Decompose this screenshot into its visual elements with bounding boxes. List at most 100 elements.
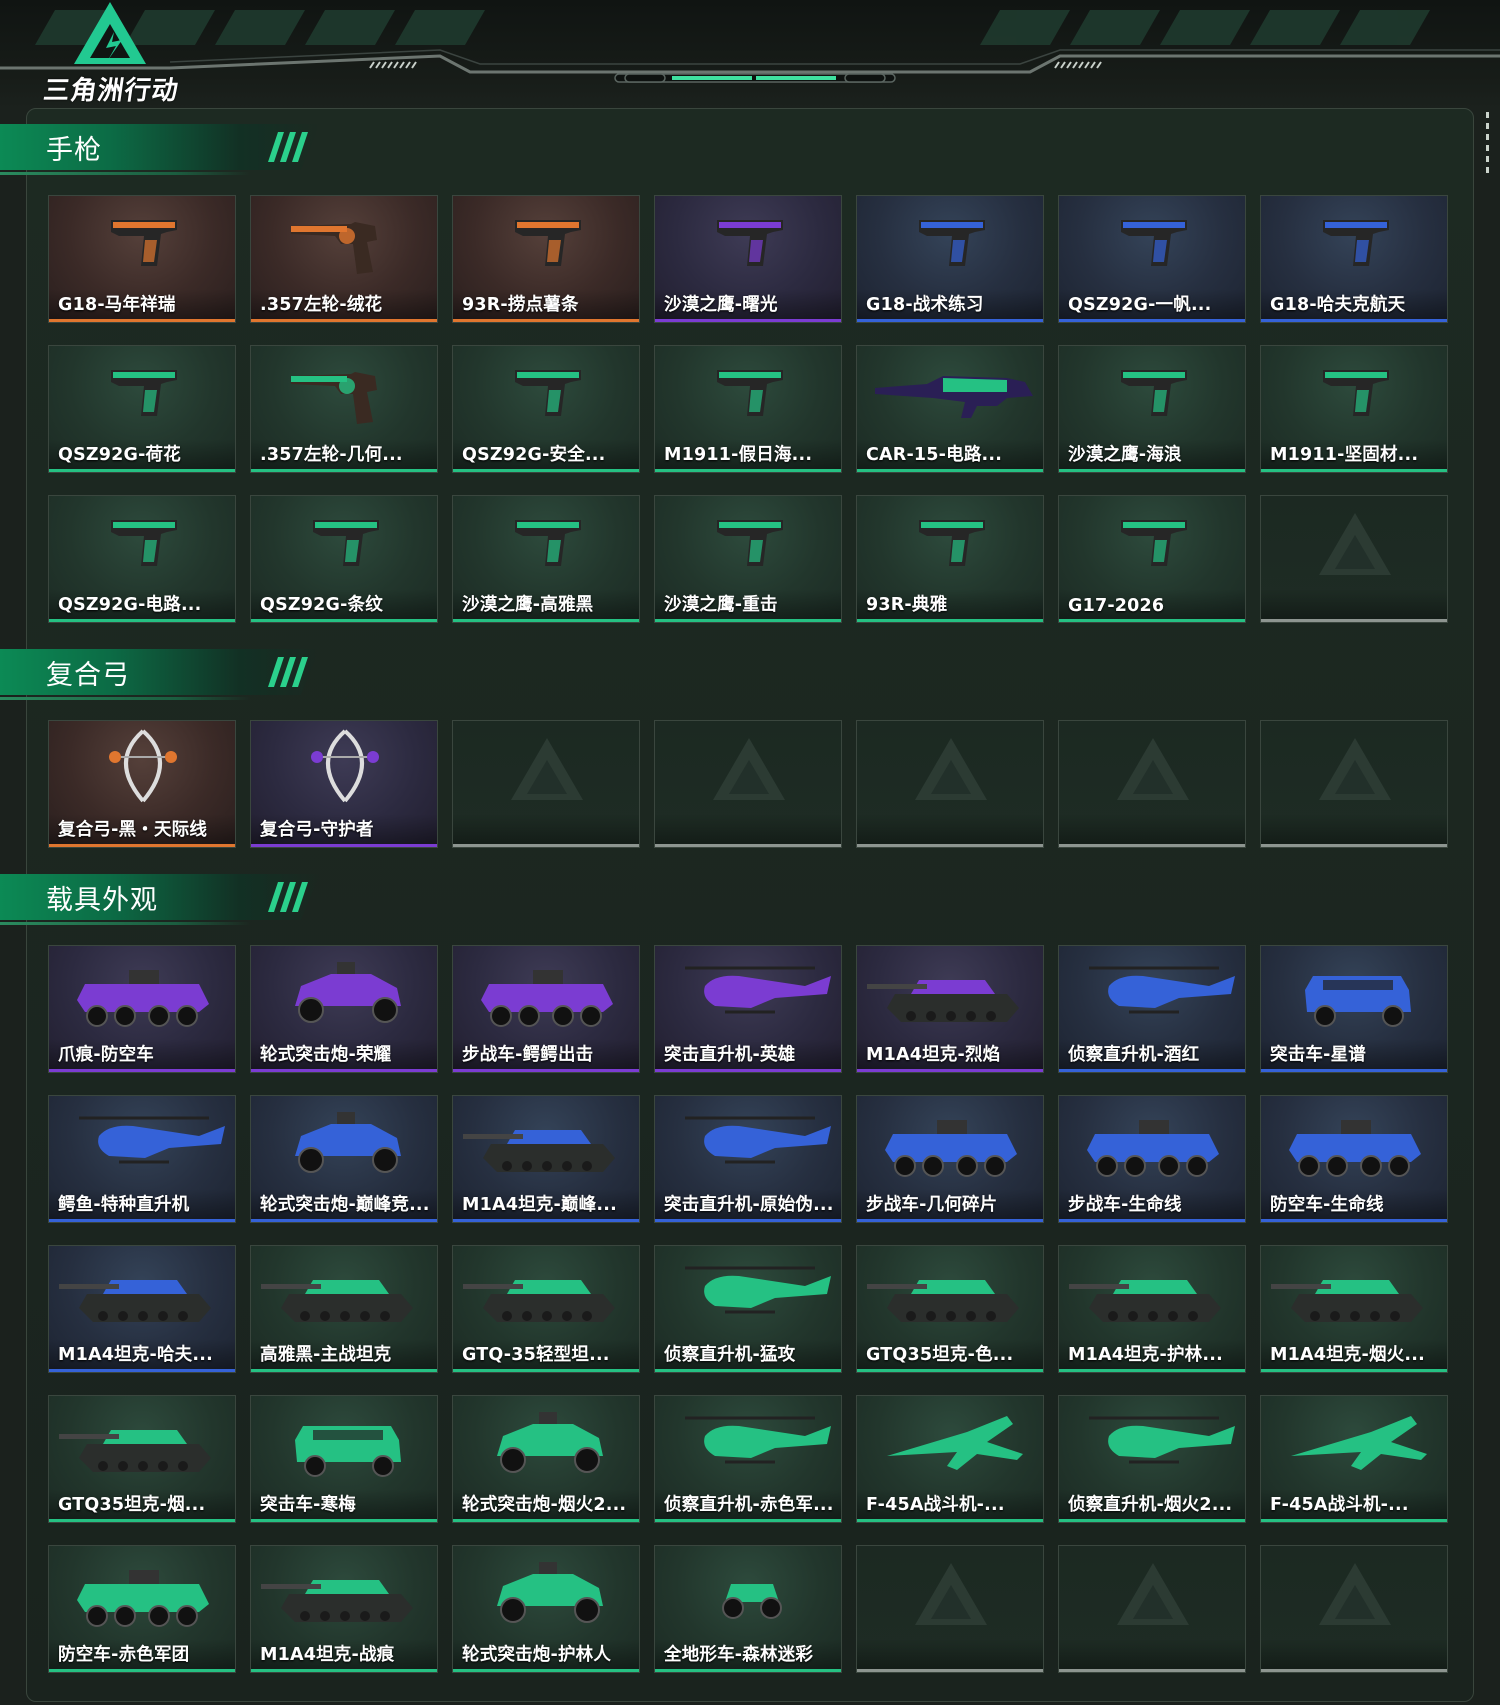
pistol-icon — [515, 520, 581, 566]
collection-card[interactable]: 高雅黑-主战坦克 — [250, 1245, 438, 1373]
tank-icon — [59, 1430, 211, 1472]
truck-icon — [295, 1426, 401, 1477]
rarity-bar — [1261, 1219, 1447, 1222]
collection-card[interactable]: QSZ92G-一帆... — [1058, 195, 1246, 323]
rarity-bar — [655, 1369, 841, 1372]
collection-card[interactable]: 突击车-星谱 — [1260, 945, 1448, 1073]
collection-card[interactable]: CAR-15-电路... — [856, 345, 1044, 473]
rarity-bar — [49, 1669, 235, 1672]
apc-icon — [1289, 1120, 1421, 1177]
tank-icon — [867, 1280, 1019, 1322]
collection-card[interactable]: G18-战术练习 — [856, 195, 1044, 323]
collection-card[interactable]: 沙漠之鹰-曙光 — [654, 195, 842, 323]
card-label: 突击直升机-英雄 — [664, 1045, 796, 1065]
collection-card[interactable]: 突击车-寒梅 — [250, 1395, 438, 1523]
collection-card[interactable]: GTQ35坦克-烟... — [48, 1395, 236, 1523]
collection-card[interactable]: QSZ92G-条纹 — [250, 495, 438, 623]
collection-card[interactable]: 93R-典雅 — [856, 495, 1044, 623]
pistol-icon — [1121, 520, 1187, 566]
collection-card[interactable]: 防空车-赤色军团 — [48, 1545, 236, 1673]
card-label: 步战车-生命线 — [1068, 1195, 1182, 1215]
rarity-bar — [1059, 844, 1245, 847]
rarity-bar — [857, 1369, 1043, 1372]
collection-card[interactable]: 轮式突击炮-护林人 — [452, 1545, 640, 1673]
collection-card[interactable]: .357左轮-绒花 — [250, 195, 438, 323]
collection-card[interactable]: M1911-坚固材... — [1260, 345, 1448, 473]
revolver-icon — [291, 222, 377, 274]
collection-card[interactable]: 复合弓-守护者 — [250, 720, 438, 848]
collection-card[interactable]: GTQ-35轻型坦... — [452, 1245, 640, 1373]
card-label: 步战车-鳄鳄出击 — [462, 1045, 594, 1065]
rarity-bar — [857, 469, 1043, 472]
collection-card[interactable]: 沙漠之鹰-海浪 — [1058, 345, 1246, 473]
collection-card[interactable]: QSZ92G-电路... — [48, 495, 236, 623]
collection-card[interactable]: 步战车-几何碎片 — [856, 1095, 1044, 1223]
card-label: 鳄鱼-特种直升机 — [58, 1195, 190, 1215]
collection-card[interactable]: QSZ92G-安全... — [452, 345, 640, 473]
collection-card[interactable]: 突击直升机-原始伪... — [654, 1095, 842, 1223]
collection-card[interactable]: M1A4坦克-战痕 — [250, 1545, 438, 1673]
collection-card[interactable]: 轮式突击炮-巅峰竞... — [250, 1095, 438, 1223]
collection-card[interactable]: .357左轮-几何... — [250, 345, 438, 473]
card-label: CAR-15-电路... — [866, 445, 1003, 465]
collection-card[interactable]: 爪痕-防空车 — [48, 945, 236, 1073]
collection-card[interactable]: G18-哈夫克航天 — [1260, 195, 1448, 323]
rarity-bar — [453, 1669, 639, 1672]
buggy-icon — [295, 962, 401, 1023]
collection-card[interactable]: G17-2026 — [1058, 495, 1246, 623]
collection-card[interactable]: M1A4坦克-哈夫... — [48, 1245, 236, 1373]
collection-card[interactable]: 沙漠之鹰-高雅黑 — [452, 495, 640, 623]
empty-slot — [452, 720, 640, 848]
card-label: M1A4坦克-烈焰 — [866, 1045, 1001, 1065]
collection-card[interactable]: G18-马年祥瑞 — [48, 195, 236, 323]
collection-card[interactable]: 轮式突击炮-荣耀 — [250, 945, 438, 1073]
rarity-bar — [453, 469, 639, 472]
card-label: 轮式突击炮-烟火2... — [462, 1495, 627, 1515]
collection-card[interactable]: M1A4坦克-护林... — [1058, 1245, 1246, 1373]
section-title: 载具外观 — [46, 885, 158, 916]
collection-card[interactable]: 防空车-生命线 — [1260, 1095, 1448, 1223]
collection-card[interactable]: 复合弓-黑・天际线 — [48, 720, 236, 848]
collection-card[interactable]: 全地形车-森林迷彩 — [654, 1545, 842, 1673]
rarity-bar — [453, 1519, 639, 1522]
rarity-bar — [1059, 1069, 1245, 1072]
collection-card[interactable]: M1911-假日海... — [654, 345, 842, 473]
rarity-bar — [655, 619, 841, 622]
rarity-bar — [49, 1519, 235, 1522]
helicopter-icon — [685, 1416, 831, 1464]
placeholder-logo-icon — [511, 738, 583, 800]
rarity-bar — [857, 1669, 1043, 1672]
collection-card[interactable]: 鳄鱼-特种直升机 — [48, 1095, 236, 1223]
more-dots-icon[interactable] — [1486, 112, 1490, 182]
card-label: 侦察直升机-赤色军... — [664, 1495, 834, 1515]
buggy-icon — [497, 1562, 603, 1623]
collection-card[interactable]: 侦察直升机-烟火2... — [1058, 1395, 1246, 1523]
rarity-bar — [49, 469, 235, 472]
collection-card[interactable]: F-45A战斗机-... — [1260, 1395, 1448, 1523]
revolver-icon — [291, 372, 377, 424]
collection-card[interactable]: GTQ35坦克-色... — [856, 1245, 1044, 1373]
collection-card[interactable]: 步战车-鳄鳄出击 — [452, 945, 640, 1073]
collection-card[interactable]: 侦察直升机-赤色军... — [654, 1395, 842, 1523]
collection-card[interactable]: QSZ92G-荷花 — [48, 345, 236, 473]
collection-card[interactable]: 侦察直升机-猛攻 — [654, 1245, 842, 1373]
collection-card[interactable]: 轮式突击炮-烟火2... — [452, 1395, 640, 1523]
collection-card[interactable]: 沙漠之鹰-重击 — [654, 495, 842, 623]
card-label: .357左轮-几何... — [260, 445, 403, 465]
card-label: 复合弓-黑・天际线 — [58, 820, 208, 840]
collection-card[interactable]: M1A4坦克-烟火... — [1260, 1245, 1448, 1373]
collection-card[interactable]: 突击直升机-英雄 — [654, 945, 842, 1073]
placeholder-logo-icon — [915, 1563, 987, 1625]
section-header-vehicle-skins: 载具外观 — [0, 872, 330, 928]
collection-card[interactable]: F-45A战斗机-... — [856, 1395, 1044, 1523]
collection-card[interactable]: 93R-捞点薯条 — [452, 195, 640, 323]
collection-card[interactable]: M1A4坦克-巅峰... — [452, 1095, 640, 1223]
pistol-icon — [717, 520, 783, 566]
rarity-bar — [251, 844, 437, 847]
helicopter-icon — [1089, 966, 1235, 1014]
collection-card[interactable]: 步战车-生命线 — [1058, 1095, 1246, 1223]
card-label: M1A4坦克-护林... — [1068, 1345, 1223, 1365]
collection-card[interactable]: M1A4坦克-烈焰 — [856, 945, 1044, 1073]
collection-card[interactable]: 侦察直升机-酒红 — [1058, 945, 1246, 1073]
pistol-icon — [515, 220, 581, 266]
